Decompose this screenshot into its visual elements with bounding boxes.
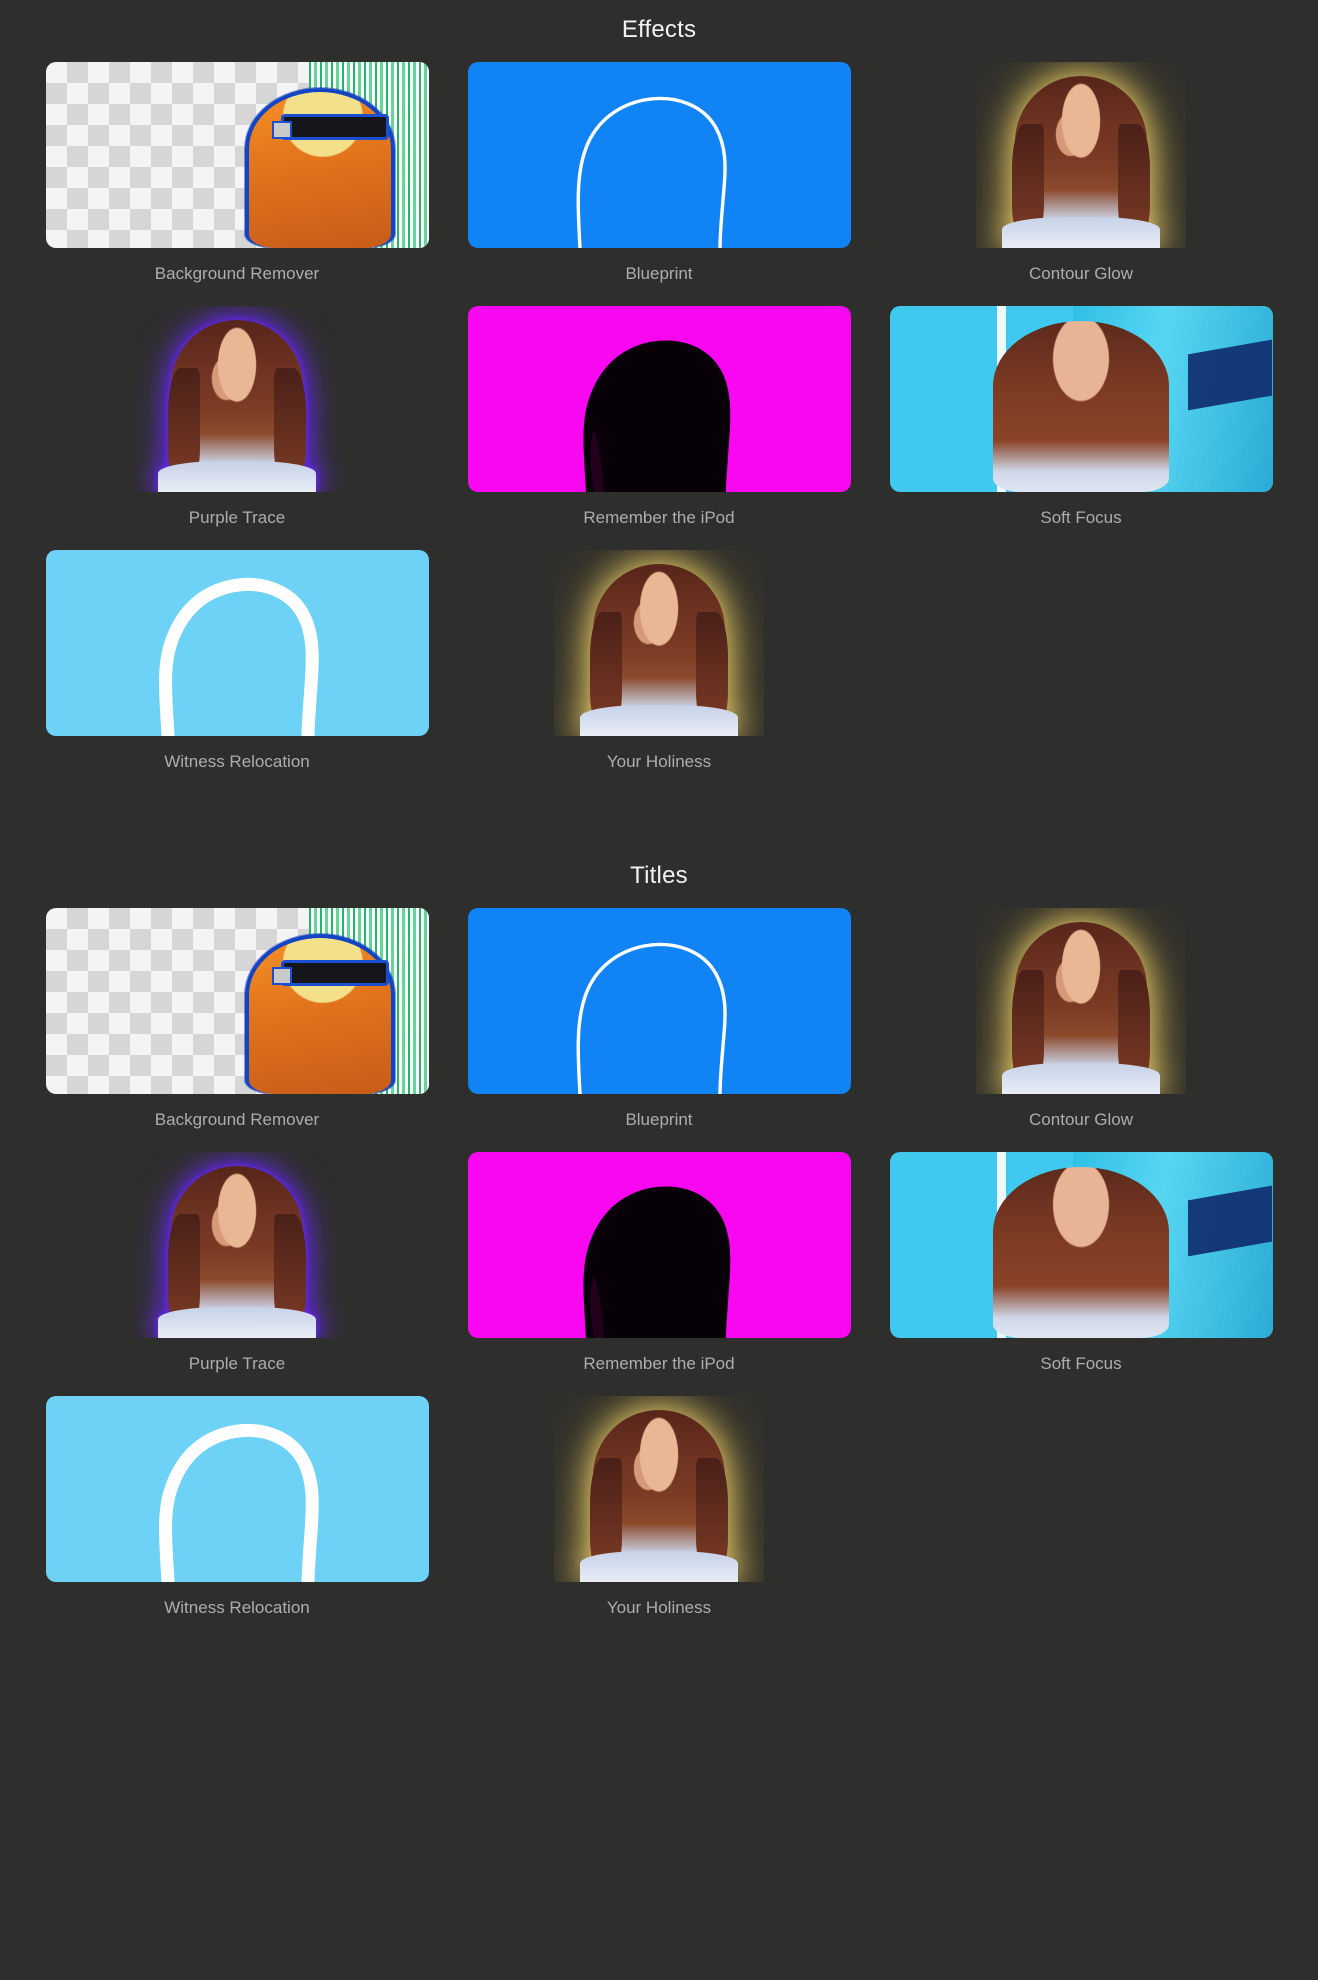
effect-label: Blueprint <box>625 264 693 283</box>
effect-thumbnail-wrap <box>870 306 1292 492</box>
sunglasses-icon <box>271 960 389 986</box>
effect-cell[interactable]: Background Remover <box>26 908 448 1144</box>
glow-portrait <box>157 1166 317 1338</box>
effect-label: Witness Relocation <box>164 752 310 771</box>
effect-label: Blueprint <box>625 1110 693 1129</box>
shirt <box>157 461 317 492</box>
effect-label: Background Remover <box>154 264 320 283</box>
glow-portrait <box>1001 76 1161 248</box>
effect-cell[interactable]: Soft Focus <box>870 1152 1292 1388</box>
effect-label: Contour Glow <box>1029 264 1133 283</box>
titles-grid: Background Remover Blueprint Contour Glow P… <box>0 908 1318 1632</box>
effects-grid: Background Remover Blueprint Contour Glow P… <box>0 62 1318 786</box>
shirt <box>579 705 739 736</box>
glow-portrait <box>579 1410 739 1582</box>
effect-thumbnail-wrap <box>26 62 448 248</box>
effect-thumbnail[interactable] <box>45 62 429 248</box>
shirt <box>1001 1063 1161 1094</box>
effect-thumbnail-wrap <box>448 908 870 1094</box>
effect-thumbnail[interactable] <box>45 1396 429 1582</box>
effect-cell[interactable]: Contour Glow <box>870 62 1292 298</box>
effect-cell[interactable]: Remember the iPod <box>448 1152 870 1388</box>
soft-focus-subject <box>992 320 1170 492</box>
effect-thumbnail[interactable] <box>467 1152 851 1338</box>
effect-thumbnail[interactable] <box>132 1152 342 1338</box>
effect-cell[interactable]: Remember the iPod <box>448 306 870 542</box>
magenta-silhouette-art <box>467 306 851 492</box>
effect-thumbnail-wrap <box>26 306 448 492</box>
effect-label: Purple Trace <box>188 1354 286 1373</box>
effect-thumbnail[interactable] <box>467 62 851 248</box>
effect-label: Purple Trace <box>188 508 286 527</box>
effect-cell[interactable]: Your Holiness <box>448 550 870 786</box>
effect-thumbnail-wrap <box>448 306 870 492</box>
effect-thumbnail-wrap <box>26 1396 448 1582</box>
witness-relocation-art <box>45 550 429 736</box>
soft-focus-subject <box>992 1166 1170 1338</box>
effect-cell[interactable]: Background Remover <box>26 62 448 298</box>
section-titles: Titles Background Remover Blueprint Contou… <box>0 832 1318 1632</box>
effect-thumbnail-wrap <box>26 1152 448 1338</box>
effect-cell[interactable]: Purple Trace <box>26 1152 448 1388</box>
effect-cell[interactable]: Witness Relocation <box>26 1396 448 1632</box>
effect-thumbnail[interactable] <box>976 62 1186 248</box>
shirt <box>1001 217 1161 248</box>
effect-cell[interactable]: Blueprint <box>448 62 870 298</box>
section-heading-titles: Titles <box>630 862 688 889</box>
effect-label: Contour Glow <box>1029 1110 1133 1129</box>
effect-thumbnail-wrap <box>448 1152 870 1338</box>
effect-cell[interactable]: Contour Glow <box>870 908 1292 1144</box>
effect-thumbnail-wrap <box>448 62 870 248</box>
effect-thumbnail-wrap <box>26 550 448 736</box>
cutout-subject <box>244 934 395 1094</box>
effect-label: Your Holiness <box>606 752 712 771</box>
blueprint-art <box>467 908 851 1094</box>
effect-cell[interactable]: Blueprint <box>448 908 870 1144</box>
cutout-subject <box>244 88 395 248</box>
witness-relocation-art <box>45 1396 429 1582</box>
effect-thumbnail[interactable] <box>554 550 764 736</box>
effect-label: Witness Relocation <box>164 1598 310 1617</box>
effect-thumbnail[interactable] <box>467 306 851 492</box>
effect-thumbnail[interactable] <box>554 1396 764 1582</box>
shirt <box>157 1307 317 1338</box>
effect-label: Background Remover <box>154 1110 320 1129</box>
effect-thumbnail[interactable] <box>45 908 429 1094</box>
effect-thumbnail-wrap <box>870 62 1292 248</box>
effect-thumbnail-wrap <box>870 908 1292 1094</box>
effect-thumbnail-wrap <box>26 908 448 1094</box>
effect-label: Remember the iPod <box>583 1354 735 1373</box>
sunglasses-icon <box>271 114 389 140</box>
magenta-silhouette-art <box>467 1152 851 1338</box>
section-heading-effects: Effects <box>621 16 697 43</box>
glow-portrait <box>579 564 739 736</box>
effect-thumbnail-wrap <box>448 1396 870 1582</box>
effect-thumbnail[interactable] <box>132 306 342 492</box>
section-effects: Effects Background Remover Blueprint Conto… <box>0 0 1318 786</box>
effect-thumbnail[interactable] <box>889 306 1273 492</box>
effect-thumbnail-wrap <box>870 1152 1292 1338</box>
effect-thumbnail[interactable] <box>889 1152 1273 1338</box>
glow-portrait <box>1001 922 1161 1094</box>
effect-cell[interactable]: Witness Relocation <box>26 550 448 786</box>
effect-cell[interactable]: Purple Trace <box>26 306 448 542</box>
effect-label: Soft Focus <box>1040 508 1122 527</box>
effect-cell[interactable]: Your Holiness <box>448 1396 870 1632</box>
effect-thumbnail[interactable] <box>467 908 851 1094</box>
effect-label: Remember the iPod <box>583 508 735 527</box>
effect-thumbnail-wrap <box>448 550 870 736</box>
effect-thumbnail[interactable] <box>45 550 429 736</box>
effect-label: Your Holiness <box>606 1598 712 1617</box>
effect-cell[interactable]: Soft Focus <box>870 306 1292 542</box>
effect-thumbnail[interactable] <box>976 908 1186 1094</box>
shirt <box>579 1551 739 1582</box>
effects-browser: Effects Background Remover Blueprint Conto… <box>0 0 1318 1980</box>
effect-label: Soft Focus <box>1040 1354 1122 1373</box>
soft-focus-art <box>889 306 1273 492</box>
glow-portrait <box>157 320 317 492</box>
blueprint-art <box>467 62 851 248</box>
soft-focus-art <box>889 1152 1273 1338</box>
